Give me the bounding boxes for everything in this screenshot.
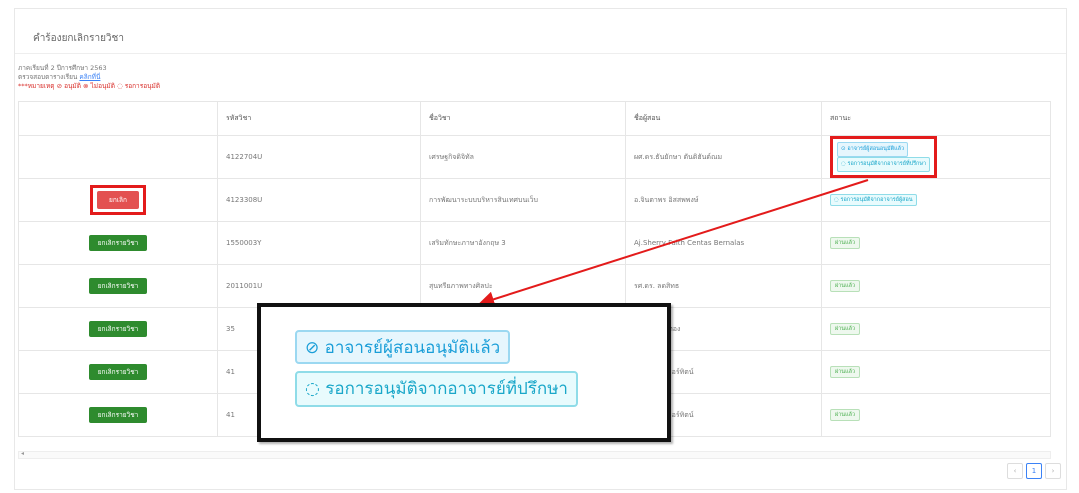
- status-badge-passed: ผ่านแล้ว: [830, 323, 861, 335]
- status-cell: ผ่านแล้ว: [821, 221, 1051, 265]
- cancel-course-button[interactable]: ยกเลิกรายวิชา: [88, 235, 148, 251]
- schedule-link[interactable]: คลิกที่นี่: [79, 73, 100, 81]
- scroll-left-icon[interactable]: ◂: [21, 450, 24, 457]
- action-cell: ยกเลิกรายวิชา: [18, 307, 218, 351]
- cancel-highlight-box: ยกเลิก: [90, 185, 146, 215]
- cancel-course-button[interactable]: ยกเลิกรายวิชา: [88, 321, 148, 337]
- action-cell: [18, 135, 218, 179]
- status-legend: ***หมายเหตุ ⊘ อนุมัติ ⊗ ไม่อนุมัติ ◌ รอก…: [18, 82, 161, 90]
- table-row: ยกเลิกรายวิชา 1550003Y เสริมทักษะภาษาอัง…: [18, 221, 1051, 265]
- status-badge-passed: ผ่านแล้ว: [830, 237, 861, 249]
- status-cell: ผ่านแล้ว: [821, 393, 1051, 437]
- table-row: 4122704U เศรษฐกิจดิจิทัล ผศ.ดร.ธันยักษา …: [18, 135, 1051, 179]
- status-cell: ผ่านแล้ว: [821, 264, 1051, 308]
- teacher-name: Aj.Sherry Faith Centas Bernalas: [625, 221, 822, 265]
- semester-text: ภาคเรียนที่ 2 ปีการศึกษา 2563: [18, 64, 107, 72]
- pager-page-button[interactable]: 1: [1026, 463, 1042, 479]
- cancel-course-button[interactable]: ยกเลิกรายวิชา: [88, 364, 148, 380]
- status-badge-passed: ผ่านแล้ว: [830, 280, 861, 292]
- status-cell: ผ่านแล้ว: [821, 307, 1051, 351]
- status-badge-waiting: ◌ รอการอนุมัติจากอาจารย์ผู้สอน: [830, 194, 917, 206]
- cancel-button[interactable]: ยกเลิก: [97, 191, 139, 209]
- header-code: รหัสวิชา: [217, 101, 421, 136]
- table-header-row: รหัสวิชา ชื่อวิชา ชื่อผู้สอน สถานะ: [18, 101, 1051, 136]
- course-name: เศรษฐกิจดิจิทัล: [420, 135, 626, 179]
- course-code: 2011001U: [217, 264, 421, 308]
- status-cell: ผ่านแล้ว: [821, 350, 1051, 394]
- action-cell: ยกเลิกรายวิชา: [18, 350, 218, 394]
- course-code: 1550003Y: [217, 221, 421, 265]
- status-cell: ⊙ อาจารย์ผู้สอนอนุมัติแล้ว ◌ รอการอนุมัต…: [821, 135, 1051, 179]
- table-row: ยกเลิกรายวิชา 2011001U สุนทรียภาพทางศิลป…: [18, 264, 1051, 308]
- header-status: สถานะ: [821, 101, 1051, 136]
- teacher-name: อ.จินตาพร อิสสพพงษ์: [625, 178, 822, 222]
- action-cell: ยกเลิก: [18, 178, 218, 222]
- zoomed-badge-approved: ⊘ อาจารย์ผู้สอนอนุมัติแล้ว: [295, 330, 511, 364]
- teacher-name: ผศ.ดร.ธันยักษา ตันติฮันต์ณม: [625, 135, 822, 179]
- zoomed-status-callout: ⊘ อาจารย์ผู้สอนอนุมัติแล้ว ◌ รอการอนุมัต…: [257, 303, 671, 442]
- status-badge-passed: ผ่านแล้ว: [830, 409, 861, 421]
- course-code: 4122704U: [217, 135, 421, 179]
- course-name: สุนทรียภาพทางศิลปะ: [420, 264, 626, 308]
- header-teacher: ชื่อผู้สอน: [625, 101, 822, 136]
- teacher-name: รศ.ดร. ลดสิทธ: [625, 264, 822, 308]
- status-cell: ◌ รอการอนุมัติจากอาจารย์ผู้สอน: [821, 178, 1051, 222]
- status-badge-approved: ⊙ อาจารย์ผู้สอนอนุมัติแล้ว: [837, 142, 909, 157]
- panel-title: คำร้องยกเลิกรายวิชา: [33, 33, 124, 44]
- cancel-course-button[interactable]: ยกเลิกรายวิชา: [88, 278, 148, 294]
- course-name: เสริมทักษะภาษาอังกฤษ 3: [420, 221, 626, 265]
- header-action: [18, 101, 218, 136]
- action-cell: ยกเลิกรายวิชา: [18, 393, 218, 437]
- table-row: ยกเลิก 4123308U การพัฒนาระบบบริหารสินเทศ…: [18, 178, 1051, 222]
- info-block: ภาคเรียนที่ 2 ปีการศึกษา 2563 ตรวจสอบตาร…: [18, 64, 160, 91]
- status-highlight-box: ⊙ อาจารย์ผู้สอนอนุมัติแล้ว ◌ รอการอนุมัต…: [830, 136, 938, 178]
- pagination: ‹ 1 ›: [1007, 463, 1061, 479]
- pager-next-button[interactable]: ›: [1045, 463, 1061, 479]
- zoomed-badge-waiting: ◌ รอการอนุมัติจากอาจารย์ที่ปรึกษา: [295, 371, 578, 407]
- status-badge-passed: ผ่านแล้ว: [830, 366, 861, 378]
- action-cell: ยกเลิกรายวิชา: [18, 264, 218, 308]
- pager-prev-button[interactable]: ‹: [1007, 463, 1023, 479]
- course-code: 4123308U: [217, 178, 421, 222]
- action-cell: ยกเลิกรายวิชา: [18, 221, 218, 265]
- divider: [15, 53, 1066, 54]
- schedule-check-label: ตรวจสอบตารางเรียน: [18, 73, 78, 81]
- schedule-check: ตรวจสอบตารางเรียน คลิกที่นี่: [18, 73, 160, 82]
- status-badge-waiting: ◌ รอการอนุมัติจากอาจารย์ที่ปรึกษา: [837, 157, 931, 172]
- cancel-course-button[interactable]: ยกเลิกรายวิชา: [88, 407, 148, 423]
- header-name: ชื่อวิชา: [420, 101, 626, 136]
- course-name: การพัฒนาระบบบริหารสินเทศบนเว็บ: [420, 178, 626, 222]
- horizontal-scrollbar[interactable]: ◂: [18, 450, 1051, 459]
